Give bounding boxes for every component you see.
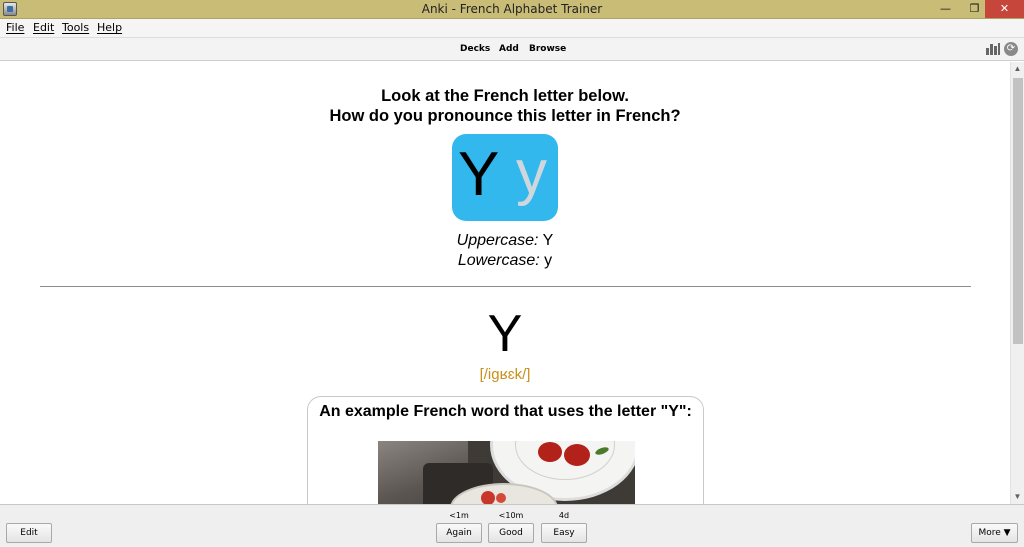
more-button[interactable]: More ▼: [971, 523, 1018, 543]
stats-icon[interactable]: [986, 43, 1000, 55]
scroll-down-arrow-icon[interactable]: ▼: [1011, 490, 1024, 504]
edit-button[interactable]: Edit: [6, 523, 52, 543]
again-button[interactable]: Again: [436, 523, 482, 543]
browse-link[interactable]: Browse: [529, 44, 566, 54]
letter-uppercase: Y: [458, 140, 500, 209]
easy-button[interactable]: Easy: [541, 523, 587, 543]
vertical-scrollbar[interactable]: ▲ ▼: [1010, 62, 1024, 504]
answer-divider: [40, 286, 971, 287]
menu-edit[interactable]: Edit: [33, 21, 54, 34]
pronunciation: [/igʁɛk/]: [479, 366, 531, 383]
lowercase-label: Lowercase:: [457, 252, 540, 269]
scroll-up-arrow-icon[interactable]: ▲: [1011, 62, 1024, 76]
uppercase-label: Uppercase:: [456, 232, 539, 249]
answer-letter: Y: [487, 305, 523, 363]
letter-lowercase: y: [516, 138, 547, 207]
review-bottom-bar: Edit <1m <10m 4d Again Good Easy More ▼: [0, 504, 1024, 547]
easy-interval: 4d: [558, 511, 570, 520]
window-title: Anki - French Alphabet Trainer: [421, 2, 603, 16]
example-photo: [378, 441, 635, 504]
lowercase-row: Lowercase: y: [0, 252, 1010, 270]
restore-button[interactable]: ❐: [961, 0, 988, 18]
question-line-2: How do you pronounce this letter in Fren…: [329, 107, 681, 125]
sync-icon[interactable]: ⟳: [1004, 42, 1018, 56]
main-toolbar: Decks Add Browse ⟳: [0, 37, 1024, 61]
menu-tools[interactable]: Tools: [62, 21, 89, 34]
good-button[interactable]: Good: [488, 523, 534, 543]
letter-card: Y y: [452, 134, 558, 221]
menu-bar: File Edit Tools Help: [0, 19, 1024, 37]
decks-link[interactable]: Decks: [460, 44, 490, 54]
question-line-1: Look at the French letter below.: [381, 87, 629, 105]
menu-file[interactable]: File: [6, 21, 24, 34]
uppercase-value: Y: [542, 232, 554, 249]
example-heading: An example French word that uses the let…: [319, 403, 692, 420]
lowercase-value: y: [544, 252, 553, 269]
title-bar: Anki - French Alphabet Trainer — ❐ ✕: [0, 0, 1024, 19]
uppercase-row: Uppercase: Y: [0, 232, 1010, 250]
scroll-thumb[interactable]: [1013, 78, 1023, 344]
good-interval: <10m: [498, 511, 524, 520]
close-button[interactable]: ✕: [985, 0, 1024, 18]
again-interval: <1m: [449, 511, 469, 520]
minimize-button[interactable]: —: [932, 0, 959, 18]
add-link[interactable]: Add: [499, 44, 519, 54]
example-box: An example French word that uses the let…: [307, 396, 704, 504]
card-view: Look at the French letter below. How do …: [0, 62, 1010, 504]
menu-help[interactable]: Help: [97, 21, 122, 34]
